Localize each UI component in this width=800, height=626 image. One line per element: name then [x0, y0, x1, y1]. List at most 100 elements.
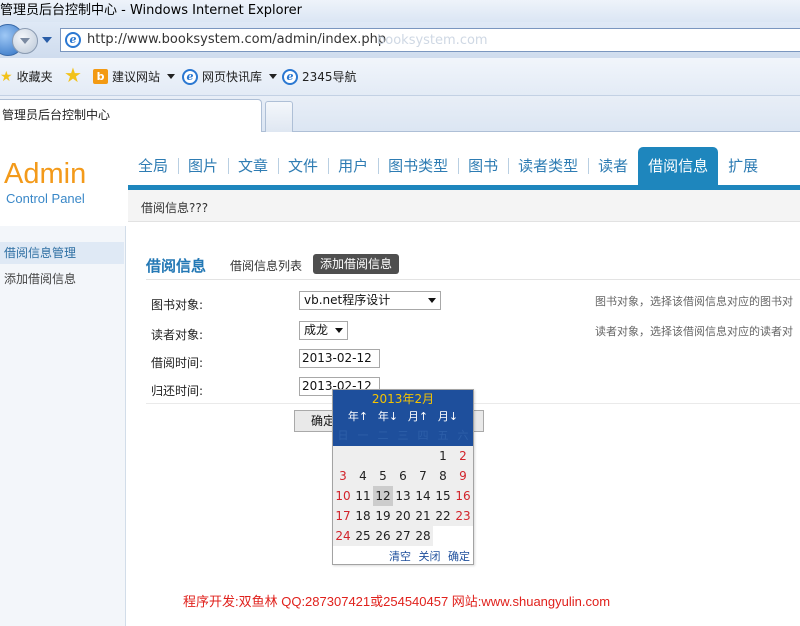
calendar-day[interactable]: 8: [433, 466, 453, 486]
calendar-next-month-button[interactable]: 月↓: [438, 408, 458, 426]
nav-item-extensions[interactable]: 扩展: [718, 147, 768, 185]
nav-item-articles[interactable]: 文章: [228, 147, 278, 185]
calendar-empty-cell: [373, 446, 393, 466]
nav-item-reader-types[interactable]: 读者类型: [508, 147, 588, 185]
calendar-day[interactable]: 10: [333, 486, 353, 506]
favorites-bar: ★ 收藏夹 ★ b 建议网站 e 网页快讯库 e 2345导航: [0, 58, 800, 96]
reader-hint: 读者对象，选择该借阅信息对应的读者对: [595, 325, 793, 338]
borrow-time-input[interactable]: 2013-02-12: [299, 349, 380, 368]
calendar-day[interactable]: 4: [353, 466, 373, 486]
reader-select-value: 成龙: [304, 323, 329, 337]
nav-item-books[interactable]: 图书: [458, 147, 508, 185]
forward-button[interactable]: [12, 28, 38, 54]
calendar-footer: 清空 关闭 确定: [385, 548, 470, 564]
calendar-day[interactable]: 17: [333, 506, 353, 526]
window-title: 管理员后台控制中心 - Windows Internet Explorer: [0, 3, 302, 18]
calendar-day[interactable]: 28: [413, 526, 433, 546]
fav-item-suggested-sites[interactable]: b 建议网站: [93, 68, 176, 85]
bing-icon: b: [93, 69, 108, 84]
calendar-nav: 年↑ 年↓ 月↑ 月↓: [333, 408, 473, 426]
calendar-day[interactable]: 12: [373, 486, 393, 506]
calendar-weekday: 日: [337, 429, 349, 442]
borrow-time-label: 借阅时间:: [151, 356, 204, 370]
calendar-next-year-button[interactable]: 年↓: [378, 408, 398, 426]
calendar-day[interactable]: 23: [453, 506, 473, 526]
window-title-bar: 管理员后台控制中心 - Windows Internet Explorer: [0, 0, 800, 22]
calendar-close-button[interactable]: 关闭: [419, 550, 441, 563]
tab-add-borrow[interactable]: 添加借阅信息: [313, 254, 400, 274]
book-select-value: vb.net程序设计: [304, 293, 391, 307]
new-tab-button[interactable]: [265, 101, 293, 132]
add-favorite-button[interactable]: ★: [64, 65, 82, 85]
calendar-day[interactable]: 22: [433, 506, 453, 526]
nav-item-book-types[interactable]: 图书类型: [378, 147, 458, 185]
book-hint: 图书对象，选择该借阅信息对应的图书对: [595, 295, 793, 308]
main-nav: 全局 图片 文章 文件 用户 图书类型 图书 读者类型 读者 借阅信息 扩展: [128, 147, 768, 185]
ie-icon: e: [282, 68, 298, 85]
reader-select[interactable]: 成龙: [299, 321, 348, 340]
ie-icon: e: [182, 68, 198, 85]
calendar-weekday: 五: [437, 429, 449, 442]
calendar-day[interactable]: 14: [413, 486, 433, 506]
browser-tab-label: 管理员后台控制中心: [2, 108, 111, 122]
nav-item-readers[interactable]: 读者: [588, 147, 638, 185]
calendar-day[interactable]: 13: [393, 486, 413, 506]
logo-title: Admin: [4, 158, 87, 190]
favorites-label: 收藏夹: [16, 70, 53, 84]
sidebar-item-borrow-management[interactable]: 借阅信息管理: [4, 244, 76, 261]
fav-item-web-slice[interactable]: e 网页快讯库: [182, 68, 278, 85]
calendar-day[interactable]: 24: [333, 526, 353, 546]
calendar-day[interactable]: 11: [353, 486, 373, 506]
calendar-day[interactable]: 15: [433, 486, 453, 506]
calendar-empty-cell: [413, 446, 433, 466]
book-label: 图书对象:: [151, 298, 204, 312]
browser-tab-active[interactable]: 管理员后台控制中心: [0, 99, 262, 132]
address-ghost-text: booksystem.com: [377, 33, 488, 48]
sidebar-item-add-borrow[interactable]: 添加借阅信息: [4, 270, 76, 287]
calendar-day[interactable]: 26: [373, 526, 393, 546]
page-content: Admin Control Panel 全局 图片 文章 文件 用户 图书类型 …: [0, 133, 800, 626]
tab-borrow-list[interactable]: 借阅信息列表: [230, 257, 302, 274]
calendar-weekday: 四: [417, 429, 429, 442]
chevron-down-icon: [428, 298, 436, 303]
calendar-day[interactable]: 19: [373, 506, 393, 526]
calendar-prev-year-button[interactable]: 年↑: [348, 408, 368, 426]
address-row: e http://www.booksystem.com/admin/index.…: [0, 22, 800, 58]
calendar-day[interactable]: 20: [393, 506, 413, 526]
tab-row: 管理员后台控制中心: [0, 96, 800, 132]
nav-item-global[interactable]: 全局: [128, 147, 178, 185]
calendar-day[interactable]: 9: [453, 466, 473, 486]
fav-item-label: 网页快讯库: [202, 70, 263, 84]
return-time-label: 归还时间:: [151, 384, 204, 398]
chevron-down-icon: [269, 74, 278, 79]
calendar-weekday: 三: [397, 429, 409, 442]
nav-item-users[interactable]: 用户: [328, 147, 378, 185]
sidebar: 借阅信息管理 添加借阅信息: [0, 226, 126, 626]
calendar-month-title: 2013年2月: [333, 390, 473, 408]
calendar-day[interactable]: 21: [413, 506, 433, 526]
calendar-day[interactable]: 2: [453, 446, 473, 466]
calendar-prev-month-button[interactable]: 月↑: [408, 408, 428, 426]
history-dropdown-icon[interactable]: [42, 37, 52, 43]
calendar-clear-button[interactable]: 清空: [389, 550, 411, 563]
calendar-day[interactable]: 1: [433, 446, 453, 466]
fav-item-2345[interactable]: e 2345导航: [282, 68, 357, 85]
calendar-day[interactable]: 3: [333, 466, 353, 486]
calendar-day[interactable]: 16: [453, 486, 473, 506]
calendar-day[interactable]: 25: [353, 526, 373, 546]
nav-item-files[interactable]: 文件: [278, 147, 328, 185]
calendar-day[interactable]: 6: [393, 466, 413, 486]
calendar-day[interactable]: 18: [353, 506, 373, 526]
calendar-day[interactable]: 27: [393, 526, 413, 546]
nav-item-images[interactable]: 图片: [178, 147, 228, 185]
calendar-empty-cell: [333, 446, 353, 466]
calendar-day[interactable]: 7: [413, 466, 433, 486]
calendar-day[interactable]: 5: [373, 466, 393, 486]
book-select[interactable]: vb.net程序设计: [299, 291, 441, 310]
favorites-button[interactable]: ★ 收藏夹: [0, 68, 53, 85]
nav-item-borrow-info[interactable]: 借阅信息: [638, 147, 719, 185]
favorites-star-icon: ★: [0, 68, 13, 85]
address-bar[interactable]: e http://www.booksystem.com/admin/index.…: [60, 28, 800, 52]
address-url[interactable]: http://www.booksystem.com/admin/index.ph…: [87, 32, 386, 47]
calendar-ok-button[interactable]: 确定: [448, 550, 470, 563]
